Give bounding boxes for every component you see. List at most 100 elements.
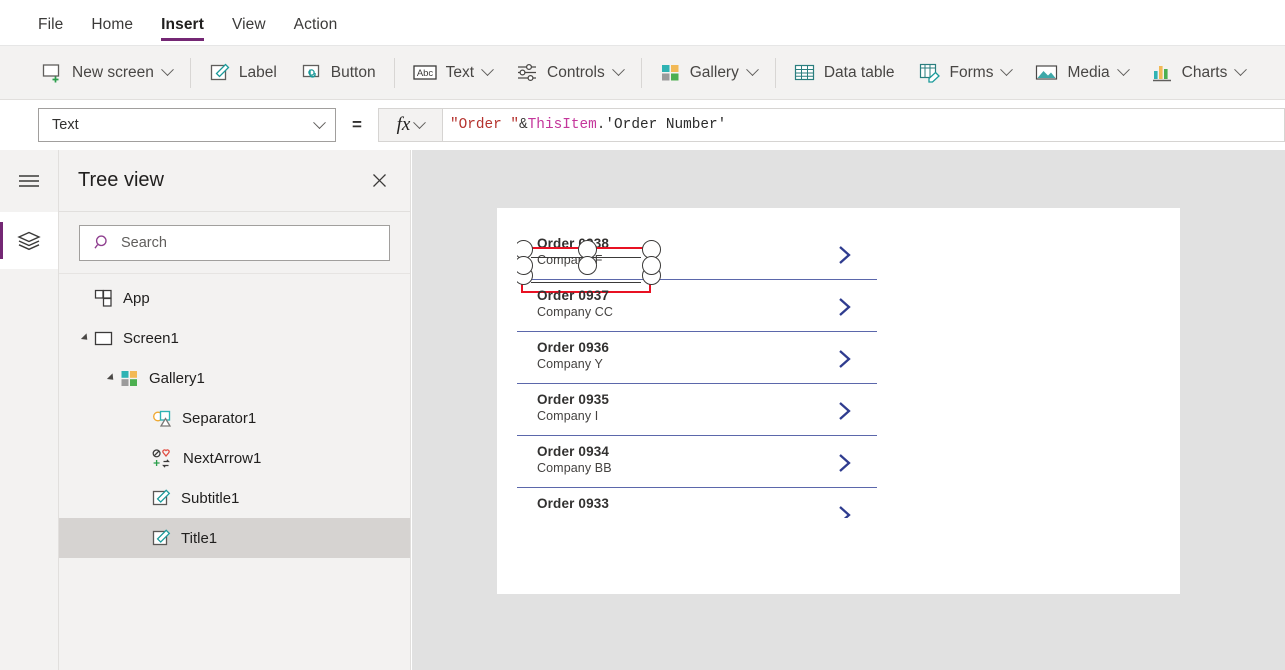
tree-node-app[interactable]: App [59,278,410,318]
fx-label: fx [396,114,411,135]
gallery-row[interactable]: Order 0934 Company BB [517,436,877,488]
ribbon-media-label: Media [1067,63,1110,81]
next-arrow-icon[interactable] [835,504,855,518]
gallery-row-title[interactable]: Order 0935 [537,391,609,408]
next-arrow-icon[interactable] [835,400,855,427]
hamburger-icon [19,175,39,187]
gallery-row[interactable]: Order 0937 Company CC [517,280,877,332]
twisty-placeholder [136,491,150,505]
gallery-row-subtitle[interactable]: Company F [537,252,609,269]
layers-icon [17,231,41,250]
ribbon-label-button[interactable]: Label [197,53,289,93]
chevron-down-icon [413,115,427,129]
twisty-expanded-icon[interactable] [78,331,92,345]
ribbon-new-screen-button[interactable]: New screen [30,53,184,93]
ribbon-controls-button[interactable]: Controls [504,53,635,93]
ribbon-text-label: Text [445,63,475,81]
search-icon [94,235,107,249]
tree-node-separator1[interactable]: Separator1 [59,398,410,438]
hamburger-menu-button[interactable] [0,150,58,212]
ribbon-new-screen-label: New screen [72,63,154,81]
gallery-row-subtitle[interactable]: Company Y [537,356,609,373]
tree-node-screen1[interactable]: Screen1 [59,318,410,358]
ribbon-media-button[interactable]: Media [1023,53,1139,93]
tree-node-nextarrow1[interactable]: NextArrow1 [59,438,410,478]
tree-node-list: App Screen1 Gallery1 Separator1 NextArro… [59,274,410,558]
menu-item-file[interactable]: File [24,16,77,45]
ribbon-gallery-button[interactable]: Gallery [648,53,769,93]
tree-search-area: Search [59,212,410,274]
rail-tree-view-button[interactable] [0,212,58,269]
tree-node-label: Separator1 [182,409,257,427]
gallery-row[interactable]: Order 0938 Company F [517,228,877,293]
property-selector-value: Text [52,117,79,133]
gallery1-control[interactable]: Order 0938 Company F Order 0937 Company … [517,228,877,542]
formula-token-dot: . [596,117,606,133]
close-icon [372,174,386,187]
gallery-row[interactable]: Order 0933 [517,488,877,540]
ribbon-text-button[interactable]: Abc Text [401,53,504,93]
search-input[interactable]: Search [79,224,390,261]
ribbon-charts-button[interactable]: Charts [1140,53,1258,93]
menu-item-home[interactable]: Home [77,16,147,45]
gallery-row-texts: Order 0933 [537,495,609,512]
data-table-icon [794,64,814,81]
tree-node-subtitle1[interactable]: Subtitle1 [59,478,410,518]
next-arrow-icon[interactable] [835,296,855,323]
ribbon-data-table-label: Data table [823,63,895,81]
tree-node-gallery1[interactable]: Gallery1 [59,358,410,398]
formula-token-column: 'Order Number' [605,117,727,133]
label-icon [152,528,171,545]
gallery-row-subtitle[interactable]: Company BB [537,460,612,477]
twisty-expanded-icon[interactable] [104,371,118,385]
charts-bar-icon [1152,66,1171,82]
menu-item-insert[interactable]: Insert [147,16,218,45]
gallery-row-title[interactable]: Order 0937 [537,287,613,304]
text-abc-icon: Abc [412,65,437,80]
next-arrow-icon[interactable] [835,452,855,479]
close-panel-button[interactable] [366,168,392,194]
fx-button[interactable]: fx [377,108,442,142]
gallery-row-title[interactable]: Order 0938 [537,235,609,252]
ribbon-button-button[interactable]: Button [289,53,388,93]
menu-item-action[interactable]: Action [280,16,352,45]
tree-view-panel: Tree view Search App Screen1 Gallery1 Se… [59,150,411,670]
next-arrow-icon[interactable] [835,348,855,375]
gallery-row-title[interactable]: Order 0933 [537,495,609,512]
chevron-down-icon [1116,63,1130,77]
menu-item-view[interactable]: View [218,16,280,45]
next-arrow-icon[interactable] [835,244,855,271]
ribbon-data-table-button[interactable]: Data table [782,53,907,93]
screen-icon [94,331,113,345]
gallery-row[interactable]: Order 0935 Company I [517,384,877,436]
gallery-row-subtitle[interactable]: Company I [537,408,609,425]
tree-node-title1[interactable]: Title1 [59,518,410,558]
app-canvas[interactable]: Order 0938 Company F Order 0937 Company … [412,150,1285,670]
resize-handle-ne[interactable] [642,240,661,259]
controls-sliders-icon [518,63,537,82]
resize-handle-nw[interactable] [517,240,533,259]
label-icon [152,488,171,505]
formula-bar: Text = fx "Order " & ThisItem. 'Order Num… [0,100,1285,150]
twisty-placeholder [136,451,150,465]
tree-view-title: Tree view [78,169,164,191]
chevron-down-icon [481,63,494,77]
tree-node-label: NextArrow1 [183,449,262,467]
gallery-row-title[interactable]: Order 0934 [537,443,612,460]
resize-handle-se[interactable] [642,256,661,275]
property-selector[interactable]: Text [38,108,336,142]
formula-input[interactable]: "Order " & ThisItem. 'Order Number' [441,108,1285,142]
formula-token-identifier: ThisItem [527,117,597,133]
tree-node-label: Screen1 [123,329,179,347]
twisty-placeholder [136,531,150,545]
chevron-down-icon [160,63,174,77]
gallery-row-subtitle[interactable]: Company CC [537,304,613,321]
formula-token-string: "Order " [449,117,520,133]
ribbon-forms-button[interactable]: Forms [907,53,1024,93]
resize-handle-sw[interactable] [517,256,533,275]
gallery-row-title[interactable]: Order 0936 [537,339,609,356]
ribbon-divider [393,57,395,88]
gallery-row-texts: Order 0934 Company BB [537,443,612,477]
screen1-surface[interactable]: Order 0938 Company F Order 0937 Company … [497,208,1180,594]
gallery-row[interactable]: Order 0936 Company Y [517,332,877,384]
